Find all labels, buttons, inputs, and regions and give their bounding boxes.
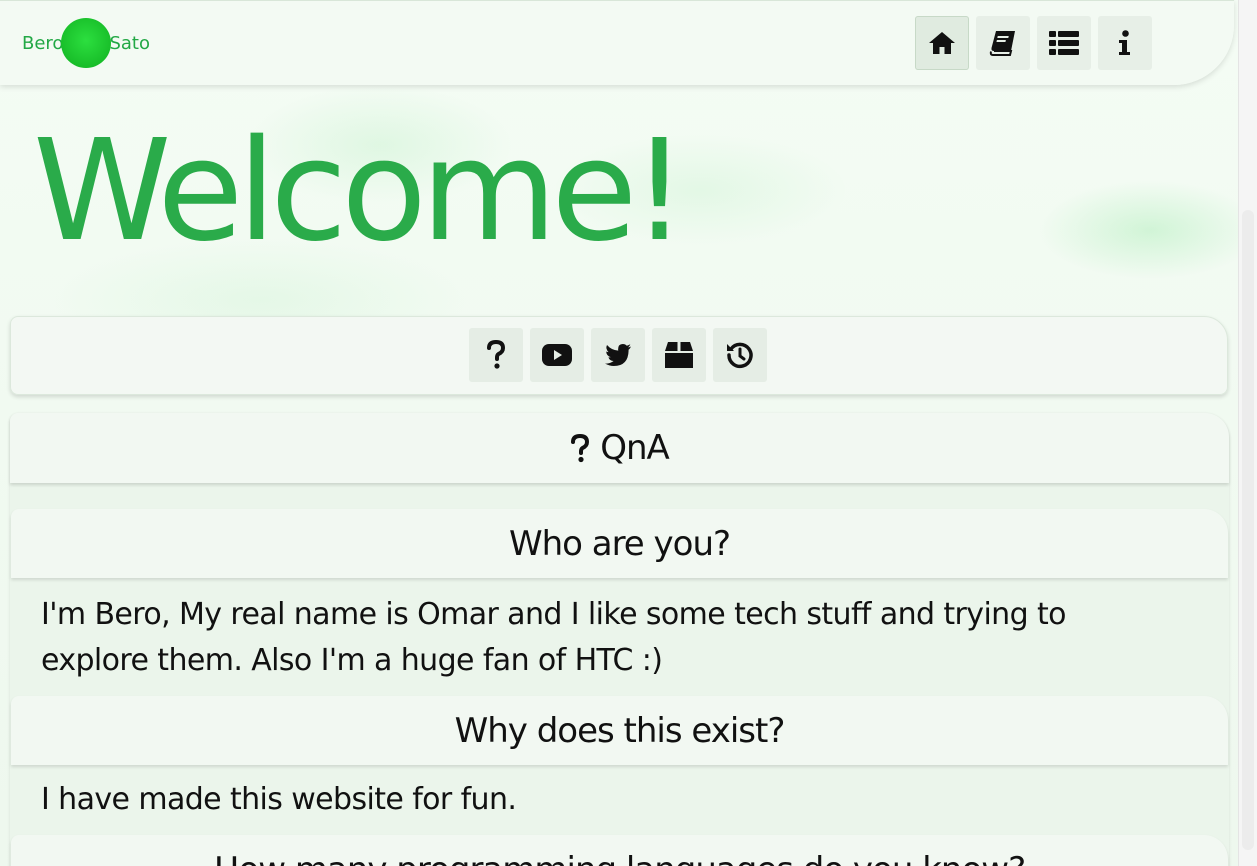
nav-book-button[interactable] [976,16,1030,70]
answer-text: I'm Bero, My real name is Omar and I lik… [41,597,1067,678]
question-heading: How many programming languages do you kn… [11,835,1228,866]
page-scrollbar[interactable] [1238,0,1257,866]
logo-text-right: Sato [109,32,150,54]
welcome-heading: Welcome! [33,110,688,273]
qna-section: QnA Who are you? I'm Bero, My real name … [10,413,1229,866]
question-heading: Who are you? [11,509,1228,578]
nav-list-button[interactable] [1037,16,1091,70]
social-links-bar [10,316,1228,395]
nav-home-button[interactable] [915,16,969,70]
site-logo[interactable]: Bero Sato [22,18,150,68]
twitter-icon [605,344,631,366]
package-icon [665,342,693,368]
qna-header: QnA [10,413,1229,483]
home-icon [929,32,955,54]
question-icon [487,340,506,369]
top-navbar: Bero Sato [0,0,1234,85]
social-buttons [469,328,767,382]
answer-text: I have made this website for fun. [41,782,517,817]
nav-buttons [915,16,1152,70]
qna-link-button[interactable] [469,328,523,382]
info-icon [1119,30,1130,55]
nav-info-button[interactable] [1098,16,1152,70]
logo-green-dot [61,18,112,68]
history-link-button[interactable] [713,328,767,382]
logo-text-left: Bero [22,32,64,54]
youtube-link-button[interactable] [530,328,584,382]
history-icon [727,342,753,369]
qna-title: QnA [600,428,670,468]
question-heading: Why does this exist? [11,696,1228,765]
store-link-button[interactable] [652,328,706,382]
book-icon [989,31,1015,56]
question-icon [571,433,590,463]
scrollbar-thumb[interactable] [1242,210,1254,850]
list-icon [1049,31,1079,55]
youtube-icon [542,344,572,366]
twitter-link-button[interactable] [591,328,645,382]
